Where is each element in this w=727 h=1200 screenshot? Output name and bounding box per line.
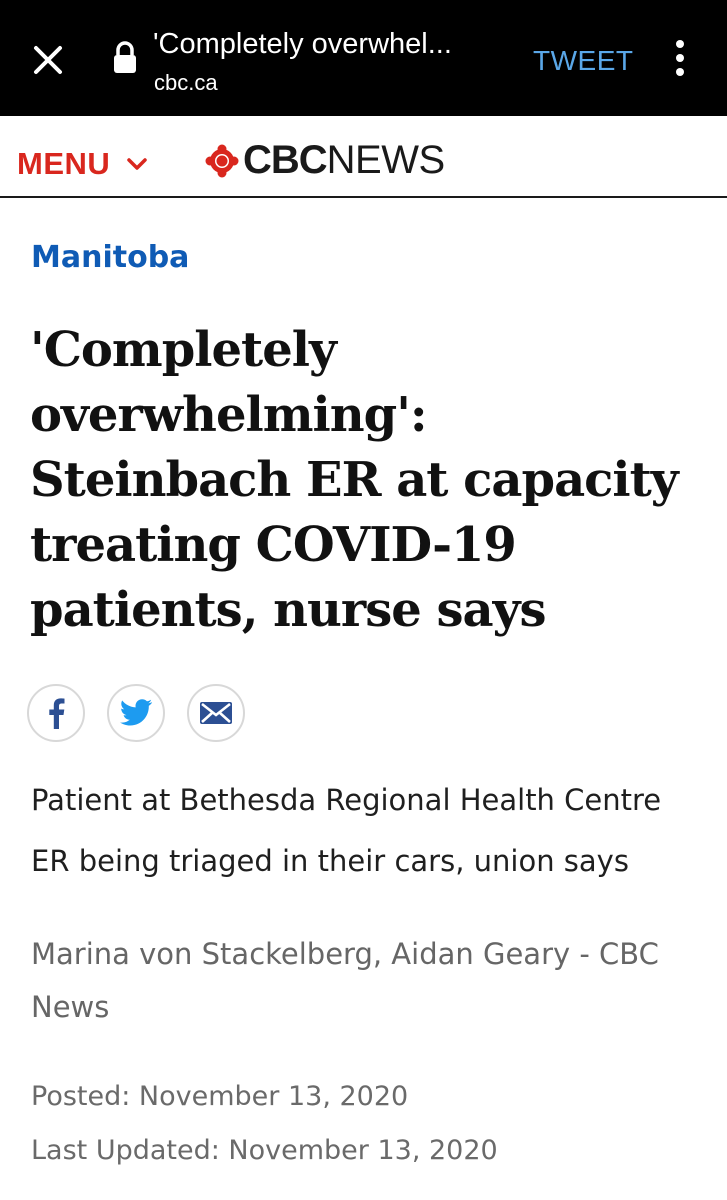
headline-line: treating COVID-19 xyxy=(30,517,517,573)
article-headline: 'Completely overwhelming': Steinbach ER … xyxy=(30,318,710,643)
section-link-manitoba[interactable]: Manitoba xyxy=(31,240,189,275)
deck-line: ER being triaged in their cars, union sa… xyxy=(31,844,629,878)
cbc-gem-icon xyxy=(205,144,239,177)
tweet-button[interactable]: TWEET xyxy=(533,45,634,77)
browser-toolbar: 'Completely overwhel... cbc.ca TWEET xyxy=(0,0,727,116)
headline-line: overwhelming': xyxy=(30,387,428,443)
close-icon[interactable] xyxy=(30,42,66,78)
logo-news-text: NEWS xyxy=(326,138,446,182)
headline-line: 'Completely xyxy=(30,322,337,378)
article-byline: Marina von Stackelberg, Aidan Geary - CB… xyxy=(31,928,711,1034)
cbc-news-logo[interactable]: CBC NEWS xyxy=(205,138,445,183)
lock-icon xyxy=(114,41,136,73)
headline-line: Steinbach ER at capacity xyxy=(30,452,679,508)
headline-line: patients, nurse says xyxy=(30,582,547,638)
share-facebook-button[interactable] xyxy=(27,684,85,742)
more-options-icon[interactable] xyxy=(672,40,688,80)
article-dates: Posted: November 13, 2020 Last Updated: … xyxy=(31,1070,711,1178)
chevron-down-icon xyxy=(127,158,148,170)
email-icon xyxy=(200,702,232,724)
share-twitter-button[interactable] xyxy=(107,684,165,742)
share-email-button[interactable] xyxy=(187,684,245,742)
menu-button[interactable]: MENU xyxy=(17,146,148,182)
deck-line: Patient at Bethesda Regional Health Cent… xyxy=(31,783,662,817)
byline-line: News xyxy=(31,990,110,1024)
byline-line: Marina von Stackelberg, Aidan Geary - CB… xyxy=(31,937,659,971)
menu-label: MENU xyxy=(17,146,111,181)
page-title: 'Completely overwhel... xyxy=(153,28,452,60)
article-deck: Patient at Bethesda Regional Health Cent… xyxy=(31,770,711,892)
site-header: MENU CBC NEWS xyxy=(0,116,727,198)
share-buttons xyxy=(27,684,267,742)
logo-cbc-text: CBC xyxy=(243,138,328,182)
facebook-icon xyxy=(49,698,65,729)
posted-date: Posted: November 13, 2020 xyxy=(31,1081,409,1112)
twitter-icon xyxy=(120,699,153,726)
page-domain: cbc.ca xyxy=(154,70,218,95)
updated-date: Last Updated: November 13, 2020 xyxy=(31,1135,498,1166)
